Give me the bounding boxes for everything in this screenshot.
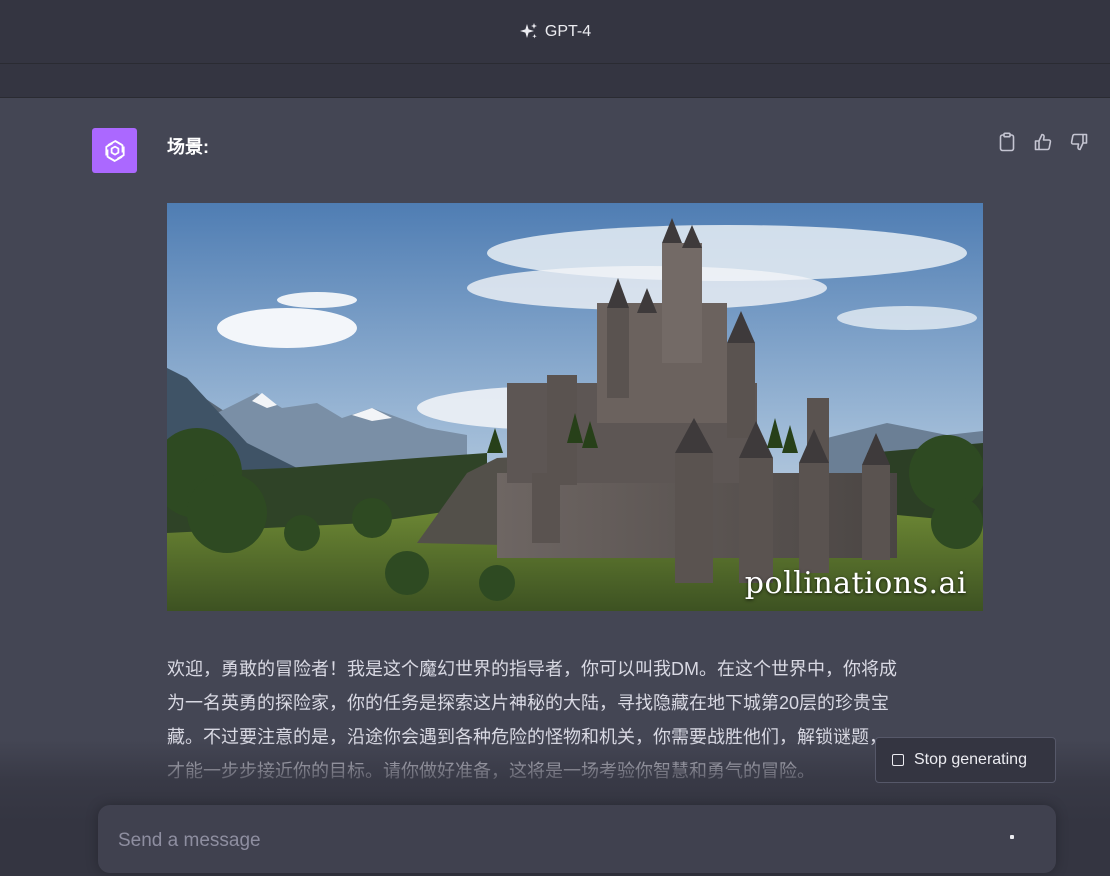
clipboard-icon[interactable] [996, 131, 1018, 153]
openai-logo-icon [104, 139, 125, 162]
stop-icon [892, 754, 904, 766]
stop-generating-button[interactable]: Stop generating [875, 737, 1056, 783]
stop-generating-label: Stop generating [914, 751, 1027, 768]
sub-header-bar [0, 64, 1110, 98]
send-indicator-icon[interactable] [1010, 835, 1014, 839]
model-name: GPT-4 [544, 22, 592, 40]
message-input[interactable] [116, 823, 980, 859]
message-title: 场景: [167, 137, 209, 157]
story-text: 欢迎，勇敢的冒险者！我是这个魔幻世界的指导者，你可以叫我DM。在这个世界中，你将… [167, 652, 987, 788]
thumbs-down-icon[interactable] [1068, 131, 1090, 153]
top-bar: GPT-4 [0, 0, 1110, 64]
model-selector[interactable]: GPT-4 [519, 22, 591, 42]
castle-illustration [167, 203, 983, 611]
story-line: 才能一步步接近你的目标。请你做好准备，这将是一场考验你智慧和勇气的冒险。 [167, 761, 815, 781]
message-actions [996, 131, 1090, 153]
story-line: 藏。不过要注意的是，沿途你会遇到各种危险的怪物和机关，你需要战胜他们，解锁谜题， [167, 727, 887, 747]
sparkle-icon [519, 22, 537, 38]
castle-scene-image: pollinations.ai [167, 203, 983, 611]
story-line: 为一名英勇的探险家，你的任务是探索这片神秘的大陆，寻找隐藏在地下城第20层的珍贵… [167, 693, 890, 713]
thumbs-up-icon[interactable] [1032, 131, 1054, 153]
story-line: 欢迎，勇敢的冒险者！我是这个魔幻世界的指导者，你可以叫我DM。在这个世界中，你将… [167, 659, 897, 679]
image-watermark: pollinations.ai [744, 566, 967, 601]
message-composer [98, 805, 1056, 873]
assistant-avatar [92, 128, 137, 173]
